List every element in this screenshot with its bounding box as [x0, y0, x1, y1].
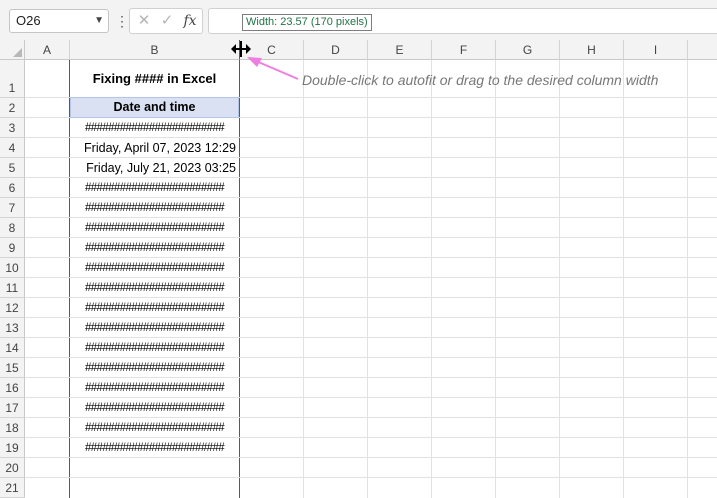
cell-b6[interactable]: ######################## — [70, 178, 239, 198]
row-header-17[interactable]: 17 — [0, 398, 25, 418]
gridline — [687, 60, 688, 498]
row-header-12[interactable]: 12 — [0, 298, 25, 318]
column-header-d[interactable]: D — [304, 40, 368, 60]
worksheet-grid[interactable]: A B C D E F G H I 1 2 3 4 5 6 7 8 9 10 1… — [0, 40, 717, 498]
column-resize-guide — [239, 60, 240, 498]
enter-icon[interactable]: ✓ — [156, 9, 178, 33]
row-header-6[interactable]: 6 — [0, 178, 25, 198]
cell-b7[interactable]: ######################## — [70, 198, 239, 218]
row-header-18[interactable]: 18 — [0, 418, 25, 438]
row-header-19[interactable]: 19 — [0, 438, 25, 458]
row-header-20[interactable]: 20 — [0, 458, 25, 478]
row-header-10[interactable]: 10 — [0, 258, 25, 278]
column-resize-cursor-icon — [231, 41, 251, 57]
formula-buttons: ✕ ✓ fx — [129, 8, 203, 34]
row-header-21[interactable]: 21 — [0, 478, 25, 498]
gridline — [431, 60, 432, 498]
row-header-3[interactable]: 3 — [0, 118, 25, 138]
row-header-7[interactable]: 7 — [0, 198, 25, 218]
formula-bar: O26 ▼ ⋮ ✕ ✓ fx Width: 23.57 (170 pixels) — [0, 0, 717, 40]
cell-b19[interactable]: ######################## — [70, 438, 239, 458]
column-header-h[interactable]: H — [560, 40, 624, 60]
gridline — [25, 477, 717, 478]
chevron-down-icon[interactable]: ▼ — [94, 10, 104, 32]
row-header-8[interactable]: 8 — [0, 218, 25, 238]
row-header-16[interactable]: 16 — [0, 378, 25, 398]
column-header-g[interactable]: G — [496, 40, 560, 60]
cell-b9[interactable]: ######################## — [70, 238, 239, 258]
cell-b16[interactable]: ######################## — [70, 378, 239, 398]
cell-b8[interactable]: ######################## — [70, 218, 239, 238]
more-options-icon[interactable]: ⋮ — [115, 9, 129, 33]
cell-b5[interactable]: Friday, July 21, 2023 03:25 — [70, 158, 239, 178]
annotation-text: Double-click to autofit or drag to the d… — [302, 72, 659, 88]
row-header-15[interactable]: 15 — [0, 358, 25, 378]
cell-b2[interactable]: Date and time — [70, 97, 239, 118]
column-header-next[interactable] — [688, 40, 717, 60]
gridline — [367, 60, 368, 498]
insert-function-button[interactable]: fx — [179, 9, 201, 33]
row-header-9[interactable]: 9 — [0, 238, 25, 258]
row-header-14[interactable]: 14 — [0, 338, 25, 358]
name-box[interactable]: O26 ▼ — [9, 9, 109, 33]
cell-b18[interactable]: ######################## — [70, 418, 239, 438]
select-all-button[interactable] — [0, 40, 25, 60]
cell-b1[interactable]: Fixing #### in Excel — [70, 60, 239, 97]
column-header-f[interactable]: F — [432, 40, 496, 60]
cell-b4[interactable]: Friday, April 07, 2023 12:29 — [70, 138, 239, 158]
column-header-i[interactable]: I — [624, 40, 688, 60]
column-header-b[interactable]: B — [70, 40, 240, 60]
column-header-e[interactable]: E — [368, 40, 432, 60]
cell-b11[interactable]: ######################## — [70, 278, 239, 298]
cell-b10[interactable]: ######################## — [70, 258, 239, 278]
row-header-5[interactable]: 5 — [0, 158, 25, 178]
cell-b17[interactable]: ######################## — [70, 398, 239, 418]
name-box-value: O26 — [16, 13, 41, 28]
cell-b13[interactable]: ######################## — [70, 318, 239, 338]
gridline — [303, 60, 304, 498]
cell-b3[interactable]: ######################## — [70, 118, 239, 138]
row-header-2[interactable]: 2 — [0, 98, 25, 118]
row-header-11[interactable]: 11 — [0, 278, 25, 298]
gridline — [559, 60, 560, 498]
row-header-1[interactable]: 1 — [0, 60, 25, 98]
gridline — [623, 60, 624, 498]
cell-b12[interactable]: ######################## — [70, 298, 239, 318]
row-header-13[interactable]: 13 — [0, 318, 25, 338]
cancel-icon[interactable]: ✕ — [133, 9, 155, 33]
cell-b15[interactable]: ######################## — [70, 358, 239, 378]
cell-b14[interactable]: ######################## — [70, 338, 239, 358]
gridline — [495, 60, 496, 498]
row-header-4[interactable]: 4 — [0, 138, 25, 158]
column-header-a[interactable]: A — [25, 40, 70, 60]
column-width-tooltip: Width: 23.57 (170 pixels) — [242, 14, 372, 31]
